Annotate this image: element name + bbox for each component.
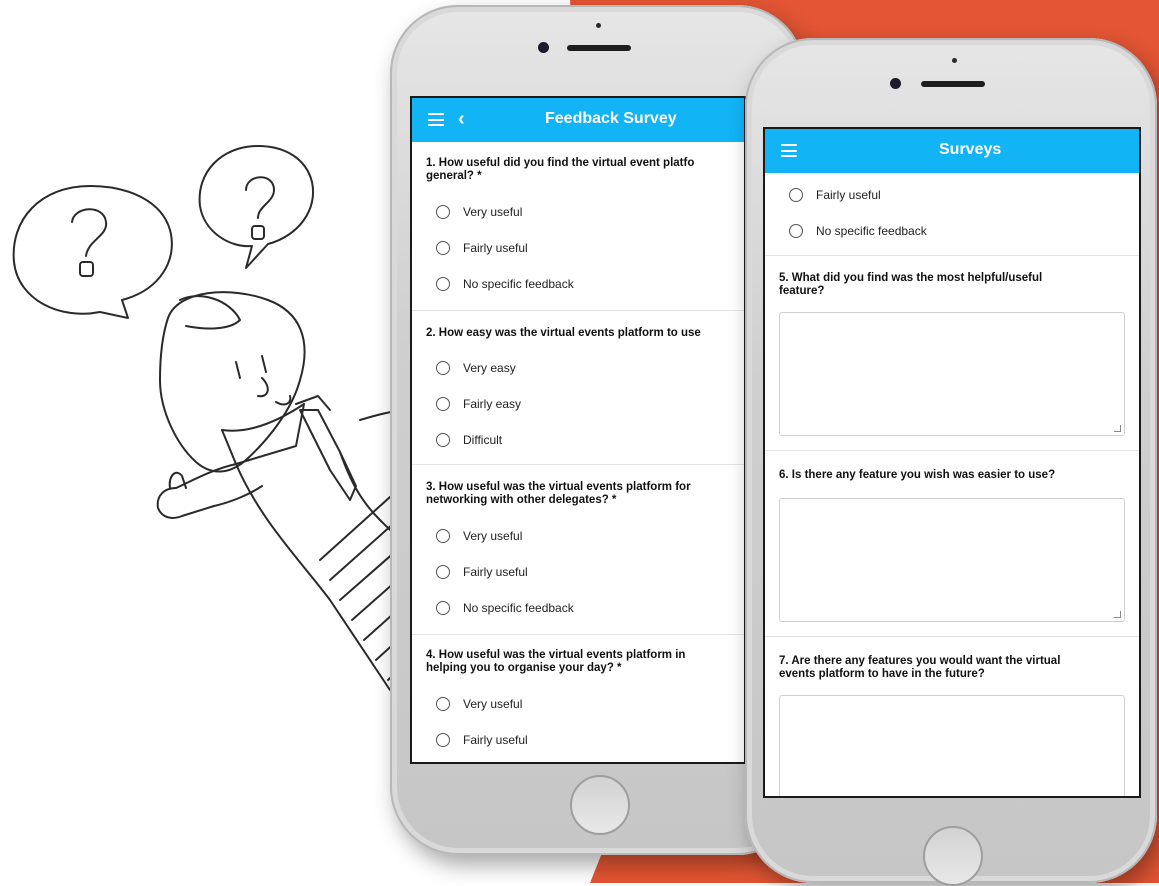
question-4-text: 4. How useful was the virtual events pla… (426, 649, 686, 674)
radio-option[interactable]: No specific feedback (765, 213, 1139, 249)
sensor-dot (952, 58, 957, 63)
answer-textarea[interactable] (779, 312, 1125, 436)
front-camera (538, 42, 549, 53)
app-bar: Surveys (765, 129, 1139, 173)
radio-icon[interactable] (436, 529, 450, 543)
menu-icon[interactable] (781, 144, 797, 157)
radio-icon[interactable] (436, 733, 450, 747)
radio-option[interactable]: Fairly easy (412, 386, 744, 422)
left-screen: ‹ Feedback Survey 1. How useful did you … (410, 96, 746, 764)
resize-handle[interactable] (1114, 425, 1121, 432)
radio-option[interactable]: No specific feedback (412, 590, 744, 626)
app-bar: ‹ Feedback Survey (412, 98, 744, 142)
radio-icon[interactable] (436, 277, 450, 291)
radio-option[interactable]: Very useful (412, 194, 744, 230)
survey-content: Fairly useful No specific feedback 5. Wh… (765, 173, 1139, 796)
radio-option[interactable]: Fairly useful (412, 230, 744, 266)
radio-icon[interactable] (436, 241, 450, 255)
phone-left: ‹ Feedback Survey 1. How useful did you … (390, 5, 805, 855)
radio-icon[interactable] (436, 697, 450, 711)
right-screen: Surveys Fairly useful No specific feedba… (763, 127, 1141, 798)
radio-icon[interactable] (436, 361, 450, 375)
earpiece-speaker (567, 45, 631, 51)
radio-option[interactable]: Difficult (412, 422, 744, 458)
page-title: Surveys (939, 141, 1002, 158)
radio-option[interactable]: No specific feedback (412, 266, 744, 302)
radio-option[interactable]: Very useful (412, 686, 744, 722)
radio-option[interactable]: Fairly useful (412, 554, 744, 590)
sensor-dot (596, 23, 601, 28)
question-6-text: 6. Is there any feature you wish was eas… (779, 469, 1056, 481)
radio-option[interactable]: Fairly useful (412, 722, 744, 758)
page-title: Feedback Survey (545, 110, 677, 127)
chevron-left-icon[interactable]: ‹ (458, 109, 465, 129)
menu-icon[interactable] (428, 113, 444, 126)
answer-textarea[interactable] (779, 695, 1125, 796)
question-mark-icon (71, 208, 108, 257)
phone-right: Surveys Fairly useful No specific feedba… (745, 38, 1157, 886)
radio-icon[interactable] (436, 565, 450, 579)
radio-option[interactable]: Fairly useful (765, 177, 1139, 213)
resize-handle[interactable] (1114, 611, 1121, 618)
home-button[interactable] (570, 775, 630, 835)
home-button[interactable] (923, 826, 983, 886)
radio-option[interactable]: Very easy (412, 350, 744, 386)
radio-icon[interactable] (436, 205, 450, 219)
radio-icon[interactable] (789, 188, 803, 202)
radio-icon[interactable] (436, 601, 450, 615)
question-3-text: 3. How useful was the virtual events pla… (426, 481, 691, 506)
earpiece-speaker (921, 81, 985, 87)
speech-bubble-small (198, 145, 315, 269)
radio-icon[interactable] (436, 397, 450, 411)
speech-bubble-large (12, 185, 173, 319)
answer-textarea[interactable] (779, 498, 1125, 622)
survey-content: 1. How useful did you find the virtual e… (412, 142, 744, 758)
front-camera (890, 78, 901, 89)
question-1-text: 1. How useful did you find the virtual e… (426, 157, 695, 182)
question-5-text: 5. What did you find was the most helpfu… (779, 272, 1043, 297)
radio-icon[interactable] (436, 433, 450, 447)
radio-option[interactable]: Very useful (412, 518, 744, 554)
question-mark-icon (245, 176, 275, 219)
question-7-text: 7. Are there any features you would want… (779, 655, 1061, 680)
radio-icon[interactable] (789, 224, 803, 238)
question-2-text: 2. How easy was the virtual events platf… (426, 327, 701, 339)
